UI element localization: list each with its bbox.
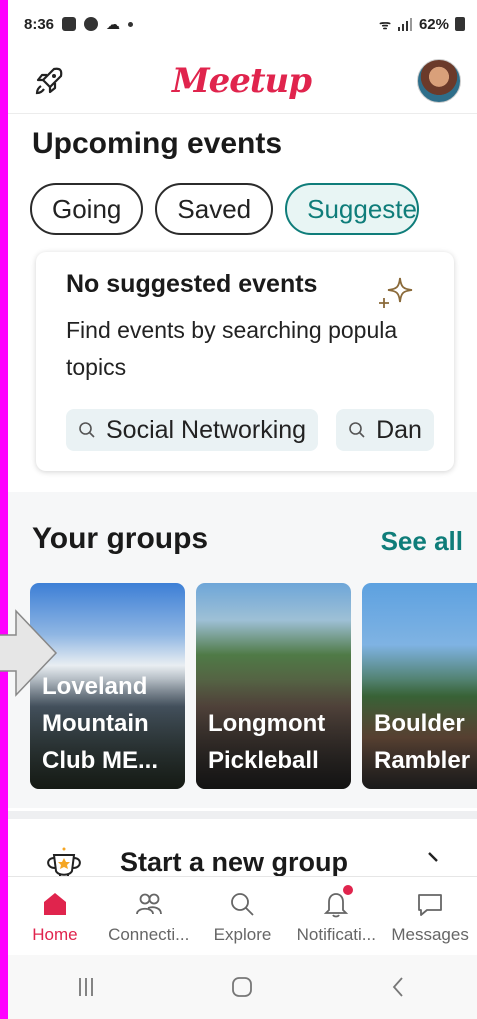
group-name-line: Longmont: [208, 710, 326, 737]
topic-chip-social-networking[interactable]: Social Networking: [66, 409, 319, 451]
chat-icon: [418, 894, 442, 916]
group-name: Longmont Pickleball: [208, 705, 345, 779]
bottom-navigation: Home Connecti... Explore Notificati... M…: [8, 876, 477, 954]
avatar[interactable]: [416, 58, 461, 103]
chip-suggested[interactable]: Suggeste: [285, 183, 419, 235]
nav-label: Notificati...: [296, 925, 376, 944]
app-bar: Meetup: [8, 48, 477, 114]
back-icon[interactable]: [385, 973, 413, 1001]
card-description-line1: Find events by searching popula: [66, 317, 398, 343]
card-description: Find events by searching popula topics: [66, 312, 454, 386]
cloud-icon: ☁: [106, 15, 121, 32]
rocket-icon[interactable]: [32, 64, 66, 98]
nav-label: Connecti...: [108, 925, 190, 944]
see-all-link[interactable]: See all: [381, 526, 463, 557]
topic-suggestions: Social Networking Dan: [66, 409, 434, 451]
search-icon: [231, 893, 255, 916]
search-icon: [79, 422, 95, 438]
group-name-line: Boulder: [374, 710, 465, 737]
group-name: Loveland Mountain Club ME...: [42, 668, 179, 779]
sparkle-icon: [379, 277, 413, 308]
nav-explore[interactable]: Explore: [196, 877, 290, 954]
home-button-icon[interactable]: [228, 973, 256, 1001]
chip-going[interactable]: Going: [30, 183, 144, 235]
nav-messages[interactable]: Messages: [383, 877, 477, 954]
pointer-arrow-icon: [0, 609, 58, 697]
group-name-line: Rambler: [374, 747, 471, 774]
nav-connections[interactable]: Connecti...: [102, 877, 196, 954]
wifi-icon: ᯤ: [379, 17, 391, 32]
signal-icon: [397, 18, 412, 31]
your-groups-heading: Your groups: [32, 522, 209, 555]
groups-carousel: Loveland Mountain Club ME... Longmont Pi…: [30, 583, 477, 789]
card-description-line2: topics: [66, 354, 127, 380]
topic-chip-dance[interactable]: Dan: [336, 409, 434, 451]
dot-icon: [128, 21, 134, 27]
group-name-line: Club ME...: [42, 747, 158, 774]
event-filter-chips: Going Saved Suggeste: [30, 183, 477, 235]
group-card-boulder[interactable]: Boulder Rambler: [362, 583, 477, 789]
card-title: No suggested events: [66, 270, 318, 298]
group-card-longmont[interactable]: Longmont Pickleball: [196, 583, 351, 789]
nav-notifications[interactable]: Notificati...: [289, 877, 383, 954]
nav-label: Messages: [391, 925, 469, 944]
home-icon: [43, 893, 66, 915]
recents-icon[interactable]: [72, 973, 100, 1001]
status-time: 8:36: [24, 15, 55, 33]
battery-percent: 62%: [418, 15, 449, 33]
chevron-right-icon: [428, 852, 438, 862]
nav-label: Explore: [213, 925, 272, 944]
people-icon: [135, 893, 162, 915]
group-name-line: Pickleball: [208, 747, 319, 774]
group-name: Boulder Rambler: [374, 705, 477, 779]
upcoming-events-heading: Upcoming events: [32, 127, 283, 160]
status-bar: 8:36 ☁ ᯤ 62%: [8, 0, 477, 48]
topic-label: Social Networking: [106, 415, 307, 444]
chip-saved[interactable]: Saved: [155, 183, 274, 235]
news-icon: [84, 17, 99, 31]
search-icon: [349, 422, 365, 438]
nav-home[interactable]: Home: [8, 877, 102, 954]
gallery-icon: [62, 17, 77, 31]
meetup-logo: Meetup: [171, 60, 312, 101]
group-name-line: Loveland: [42, 673, 148, 700]
section-divider: [8, 811, 477, 819]
nav-label: Home: [32, 925, 78, 944]
group-name-line: Mountain: [42, 710, 149, 737]
notification-badge: [343, 885, 354, 895]
system-navigation-bar: [8, 955, 477, 1019]
no-suggested-events-card: No suggested events Find events by searc…: [36, 252, 454, 471]
app-screen: 8:36 ☁ ᯤ 62% Meetup Upcoming events Goin…: [8, 0, 477, 1019]
start-new-group-label: Start a new group: [120, 847, 349, 877]
battery-icon: [455, 17, 465, 31]
topic-label: Dan: [376, 415, 422, 444]
